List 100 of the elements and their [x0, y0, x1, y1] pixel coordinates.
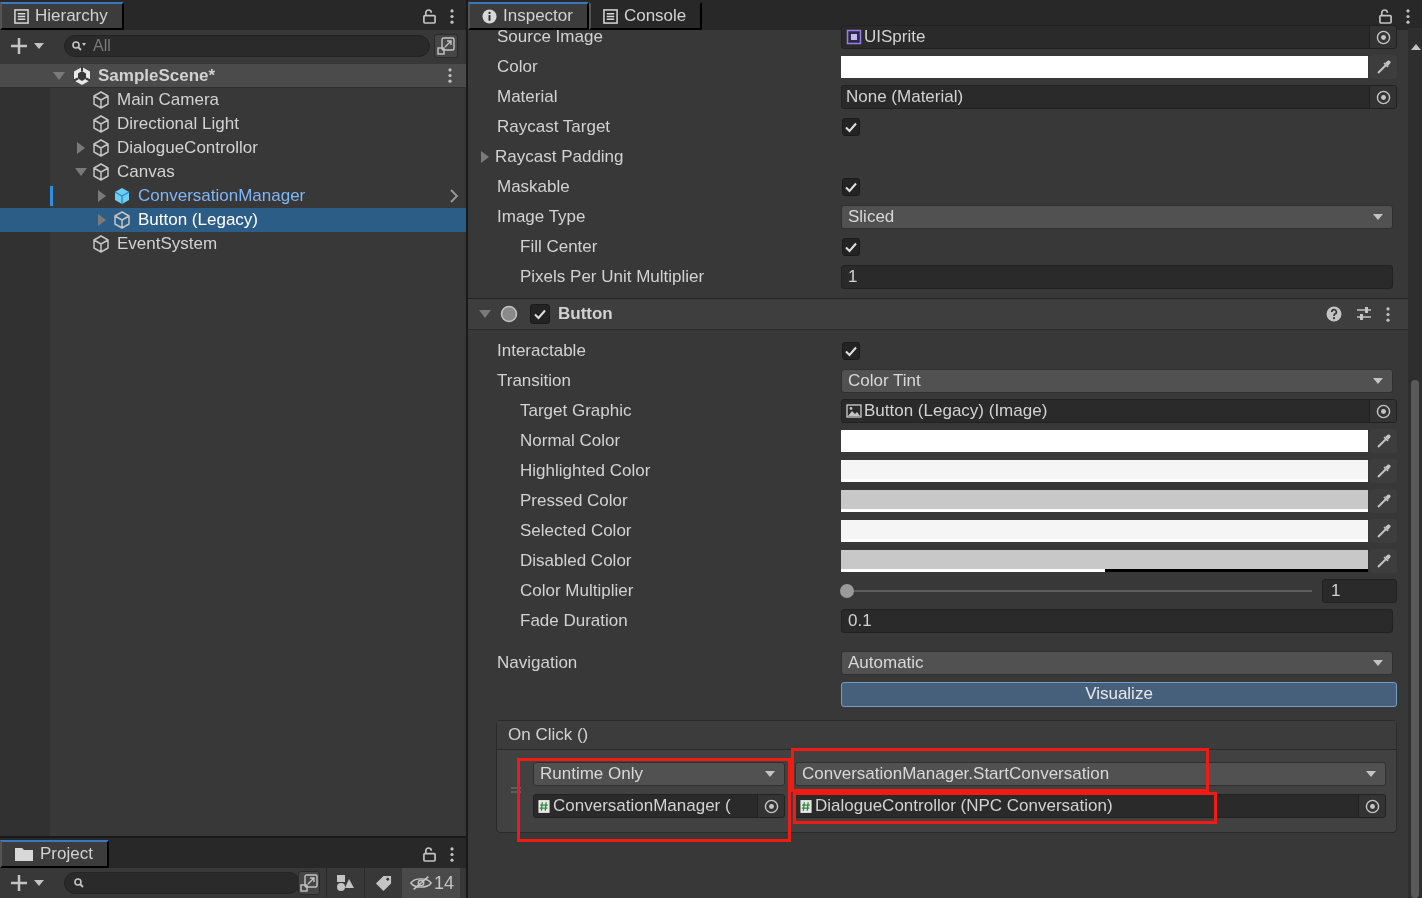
check-icon — [844, 180, 858, 194]
more-icon[interactable] — [1386, 306, 1390, 322]
hierarchy-item[interactable]: ConversationManager — [0, 184, 466, 208]
checkbox[interactable] — [842, 118, 860, 136]
object-field[interactable]: ConversationManager ( — [533, 794, 785, 818]
sprite-icon — [846, 29, 862, 45]
item-label: Main Camera — [117, 90, 220, 110]
scene-name: SampleScene* — [98, 65, 216, 86]
color-swatch[interactable] — [841, 460, 1368, 482]
add-icon[interactable] — [10, 37, 44, 55]
eyedropper-button[interactable] — [1370, 429, 1397, 453]
eyedropper-button[interactable] — [1370, 459, 1397, 483]
search-icon — [73, 877, 85, 889]
maximize-button[interactable] — [434, 34, 458, 58]
checkbox[interactable] — [842, 342, 860, 360]
dropdown[interactable]: ConversationManager.StartConversation — [795, 762, 1386, 786]
panel-tab[interactable]: Console — [588, 2, 703, 30]
property-label: Fill Center — [520, 237, 598, 257]
property-label: Target Graphic — [520, 401, 632, 421]
presets-icon[interactable] — [1356, 306, 1372, 322]
object-picker-button[interactable] — [1358, 795, 1385, 817]
eyedropper-button[interactable] — [1370, 489, 1397, 513]
add-icon[interactable] — [10, 874, 44, 892]
search-field[interactable]: All — [64, 35, 430, 57]
check-icon — [844, 240, 858, 254]
dropdown[interactable]: Sliced — [841, 205, 1393, 229]
color-swatch[interactable] — [841, 520, 1368, 542]
lock-icon[interactable] — [423, 8, 436, 24]
object-field[interactable]: Button (Legacy) (Image) — [841, 399, 1397, 423]
item-label: Button (Legacy) — [138, 210, 258, 230]
property-label: Color Multiplier — [520, 581, 634, 601]
hierarchy-item[interactable]: Main Camera — [0, 88, 466, 112]
more-icon[interactable] — [448, 68, 452, 83]
project-tab[interactable]: Project — [0, 840, 109, 868]
more-icon[interactable] — [450, 8, 454, 24]
hierarchy-item[interactable]: DialogueControllor — [0, 136, 466, 160]
checkbox[interactable] — [842, 178, 860, 196]
property-label: Maskable — [497, 177, 570, 197]
scroll-up-icon[interactable] — [1410, 43, 1422, 51]
maximize-icon — [437, 37, 455, 55]
color-swatch[interactable] — [841, 490, 1368, 512]
object-field[interactable]: UISprite — [841, 25, 1397, 49]
number-field[interactable]: 1 — [841, 265, 1393, 289]
maximize-icon — [299, 874, 318, 892]
help-icon[interactable] — [1326, 306, 1342, 322]
drag-handle-icon[interactable] — [509, 787, 523, 793]
eyedropper-button[interactable] — [1370, 55, 1397, 79]
checkbox[interactable] — [530, 304, 550, 324]
scene-row[interactable]: SampleScene* — [0, 64, 466, 88]
eyedropper-button[interactable] — [1370, 519, 1397, 543]
number-field[interactable]: 1 — [1322, 579, 1397, 603]
hierarchy-item[interactable]: Button (Legacy) — [0, 208, 466, 232]
expand-triangle-icon[interactable] — [478, 309, 492, 319]
object-picker-button[interactable] — [1369, 26, 1396, 48]
target-icon — [1375, 89, 1391, 105]
caret-icon — [1372, 213, 1384, 221]
slider-thumb[interactable] — [840, 584, 854, 598]
hidden-packages-button[interactable]: 14 — [401, 868, 460, 898]
object-picker-button[interactable] — [757, 795, 784, 817]
hierarchy-item[interactable]: EventSystem — [0, 232, 466, 256]
dropdown[interactable]: Color Tint — [841, 369, 1393, 393]
panel-tab[interactable]: Inspector — [468, 2, 589, 30]
property-label[interactable]: Raycast Padding — [495, 147, 624, 167]
checkbox[interactable] — [842, 238, 860, 256]
color-swatch[interactable] — [841, 56, 1368, 78]
more-icon[interactable] — [450, 846, 454, 862]
more-icon[interactable] — [1406, 8, 1410, 24]
object-field[interactable]: None (Material) — [841, 85, 1397, 109]
expand-triangle-icon[interactable] — [74, 167, 88, 177]
lock-icon[interactable] — [423, 846, 436, 862]
hierarchy-item[interactable]: Directional Light — [0, 112, 466, 136]
color-swatch[interactable] — [841, 550, 1368, 572]
info-icon — [482, 8, 497, 24]
scrollbar[interactable] — [1408, 28, 1422, 898]
visualize-button[interactable]: Visualize — [841, 681, 1397, 707]
object-field[interactable]: DialogueControllor (NPC Conversation) — [795, 794, 1386, 818]
expand-triangle-icon[interactable] — [480, 150, 490, 164]
caret-icon — [1372, 377, 1384, 385]
object-picker-button[interactable] — [1369, 86, 1396, 108]
eyedropper-button[interactable] — [1370, 549, 1397, 573]
eyedropper-icon — [1375, 523, 1392, 539]
color-swatch[interactable] — [841, 430, 1368, 452]
property-label: Color — [497, 57, 538, 77]
dropdown[interactable]: Runtime Only — [533, 762, 785, 786]
property-label: Transition — [497, 371, 571, 391]
property-label: Source Image — [497, 27, 603, 47]
dropdown[interactable]: Automatic — [841, 651, 1393, 675]
object-picker-button[interactable] — [1369, 400, 1396, 422]
hierarchy-item[interactable]: Canvas — [0, 160, 466, 184]
lock-icon[interactable] — [1379, 8, 1392, 24]
search-field[interactable] — [64, 872, 300, 894]
property-label: Image Type — [497, 207, 586, 227]
maximize-button[interactable] — [297, 871, 320, 895]
number-field[interactable]: 0.1 — [841, 609, 1393, 633]
target-icon — [763, 798, 779, 814]
property-label: Selected Color — [520, 521, 632, 541]
search-icon — [71, 40, 87, 52]
hierarchy-tab[interactable]: Hierarchy — [0, 2, 124, 30]
property-label: Pixels Per Unit Multiplier — [520, 267, 705, 287]
chevron-icon[interactable] — [450, 189, 458, 203]
